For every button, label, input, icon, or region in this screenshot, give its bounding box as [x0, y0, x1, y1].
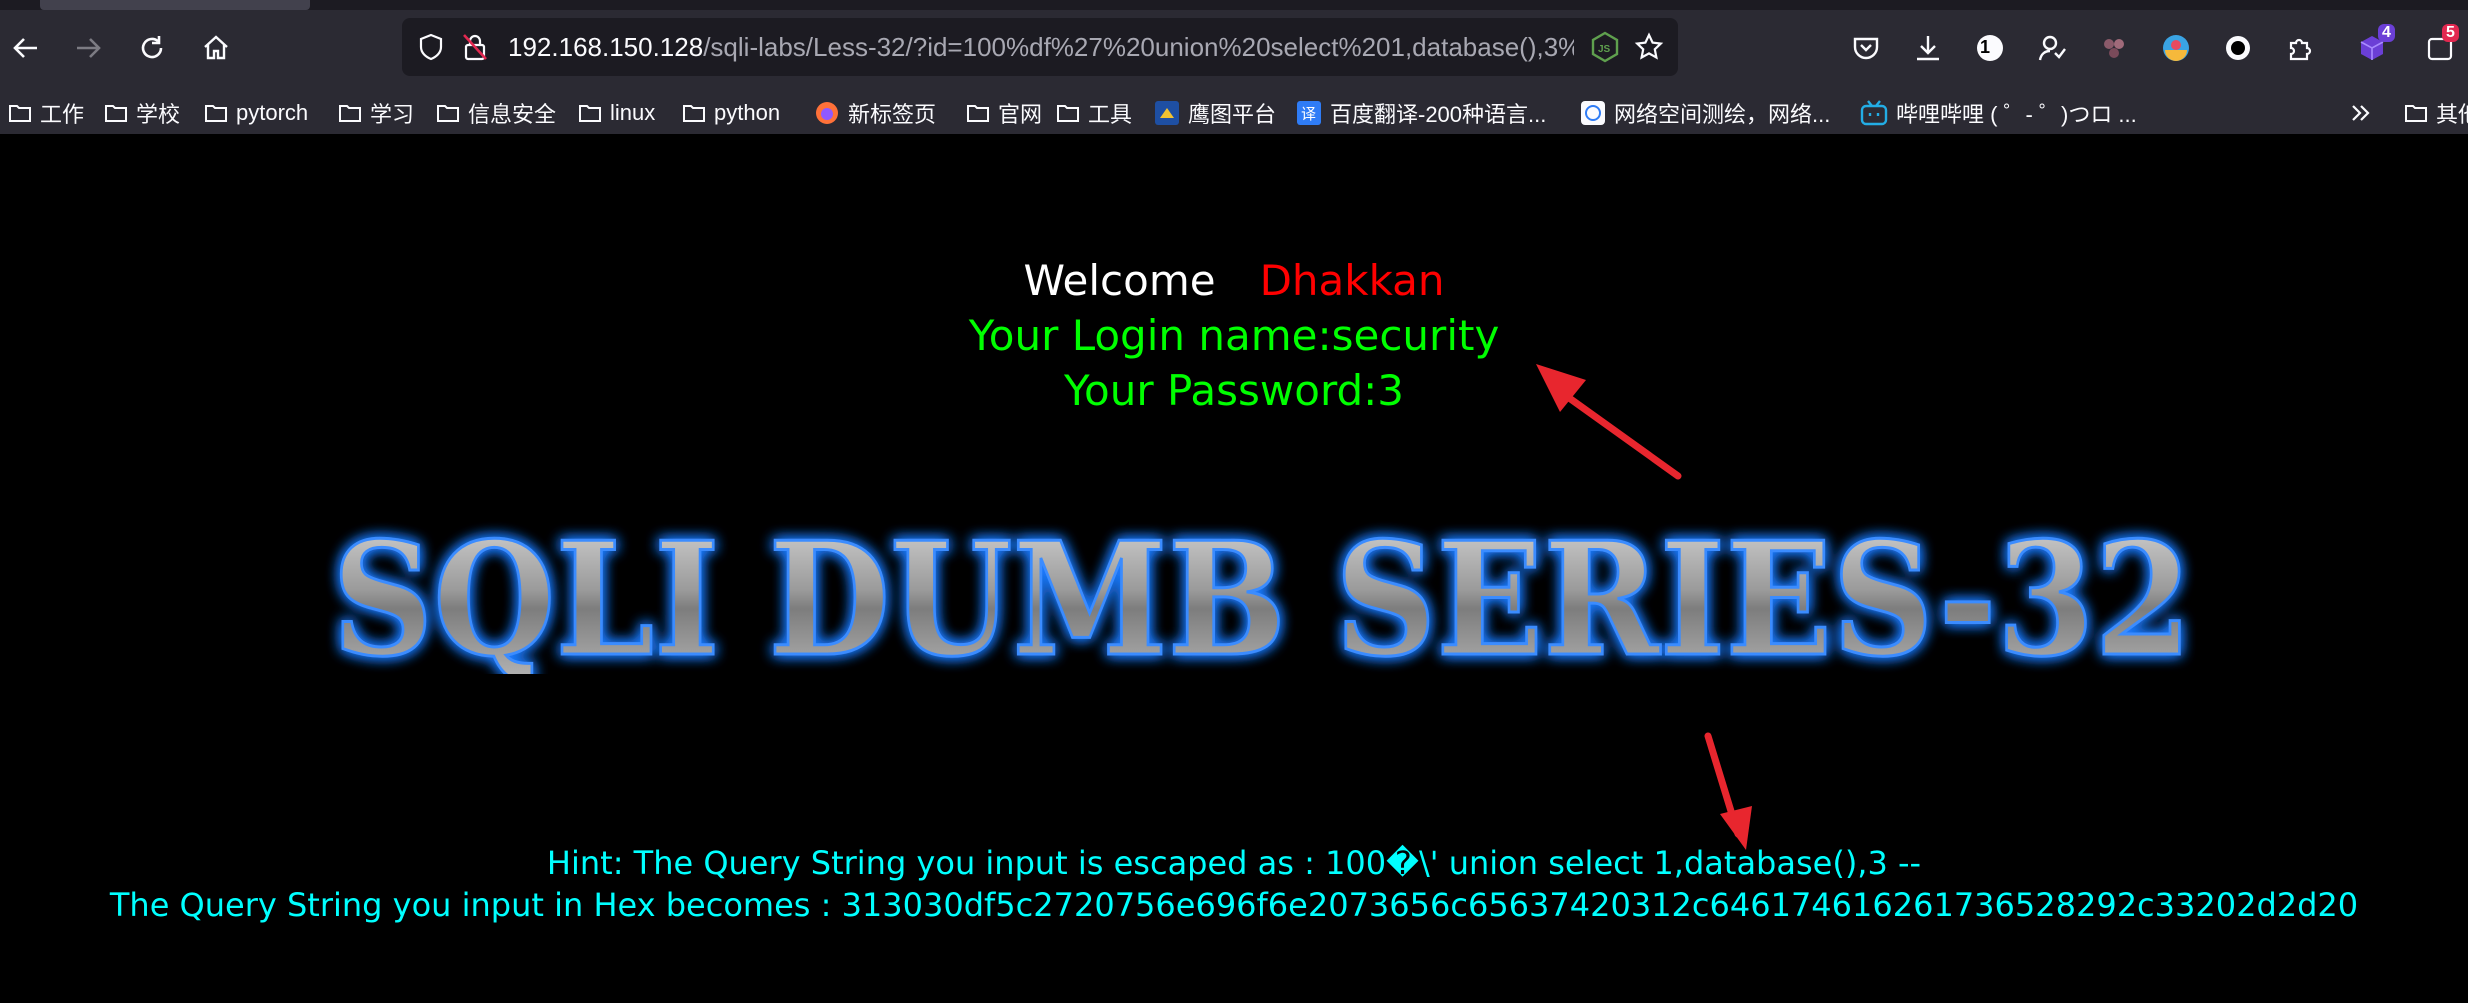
bookmark-new-tab[interactable]: 新标签页	[814, 92, 936, 134]
svg-text:JS: JS	[1598, 44, 1611, 55]
folder-icon	[205, 105, 227, 122]
annotation-arrow-login	[1536, 364, 1682, 480]
bookmark-label: 其他	[2436, 102, 2468, 127]
reload-button[interactable]	[132, 28, 172, 68]
bilibili-icon	[1860, 100, 1888, 126]
back-button[interactable]	[6, 28, 46, 68]
url-text[interactable]: 192.168.150.128/sqli-labs/Less-32/?id=10…	[508, 18, 1574, 76]
home-icon	[204, 35, 228, 60]
bookmark-label: 百度翻译-200种语言...	[1330, 102, 1547, 127]
bookmark-baidu-translate[interactable]: 译 百度翻译-200种语言...	[1296, 92, 1546, 134]
bookmark-star-icon[interactable]	[1632, 30, 1666, 64]
bookmarks-overflow-button[interactable]	[2348, 92, 2372, 134]
bookmark-folder-pytorch[interactable]: pytorch	[204, 92, 308, 134]
notification-extension-icon[interactable]: 5	[2420, 24, 2460, 68]
cube-extension-icon[interactable]: 4	[2352, 24, 2395, 68]
bookmark-label: 学校	[136, 102, 181, 127]
svg-text:译: 译	[1301, 105, 1316, 123]
bookmark-label: 信息安全	[468, 102, 557, 127]
tracking-protection-icon[interactable]	[414, 30, 448, 64]
bookmark-label: python	[714, 100, 781, 125]
active-tab[interactable]	[40, 0, 310, 10]
bookmark-label: 哔哩哔哩 ( ゜- ゜)つロ ...	[1896, 102, 2137, 127]
bookmark-folder-school[interactable]: 学校	[104, 92, 180, 134]
hunter-site-icon	[1155, 101, 1179, 125]
bookmark-label: 工作	[40, 102, 85, 127]
account-icon[interactable]	[2032, 28, 2072, 68]
browser-toolbar: 192.168.150.128/sqli-labs/Less-32/?id=10…	[0, 0, 2468, 92]
folder-icon	[967, 105, 989, 122]
forward-arrow-icon	[77, 38, 101, 58]
extensions-puzzle-icon[interactable]	[2280, 28, 2320, 68]
chevron-double-right-icon	[2352, 105, 2370, 121]
url-host: 192.168.150.128	[508, 32, 704, 62]
pocket-icon[interactable]	[1846, 28, 1886, 68]
dots-extension-icon[interactable]	[2094, 28, 2134, 68]
bookmark-label: 鹰图平台	[1188, 102, 1277, 127]
bookmark-label: pytorch	[236, 100, 309, 125]
cube-extension-badge: 4	[2378, 24, 2395, 42]
bookmark-label: 工具	[1088, 102, 1133, 127]
bookmark-folder-other[interactable]: 其他	[2404, 92, 2468, 134]
bookmark-hunter[interactable]: 鹰图平台	[1154, 92, 1276, 134]
annotation-layer	[1536, 364, 1752, 850]
forward-button[interactable]	[68, 28, 108, 68]
bookmark-folder-work[interactable]: 工作	[8, 92, 84, 134]
firefox-icon	[816, 102, 838, 124]
translate-extension-icon[interactable]	[2156, 28, 2196, 68]
bookmark-folder-tools[interactable]: 工具	[1056, 92, 1132, 134]
folder-icon	[1057, 105, 1079, 122]
url-bar[interactable]: 192.168.150.128/sqli-labs/Less-32/?id=10…	[402, 18, 1678, 76]
bookmark-cyberspace-mapping[interactable]: 网络空间测绘，网络...	[1580, 92, 1830, 134]
globe-site-icon	[1581, 101, 1605, 125]
folder-icon	[105, 105, 127, 122]
nodejs-extension-icon[interactable]: JS	[1588, 30, 1622, 64]
bookmark-label: 学习	[370, 102, 415, 127]
back-arrow-icon	[13, 38, 37, 58]
annotation-arrow-hint	[1704, 732, 1752, 850]
bookmarks-toolbar: 工作 学校 pytorch 学习 信息安全 linux python 新标签页 …	[0, 92, 2468, 135]
circle-extension-icon[interactable]	[2218, 28, 2258, 68]
bookmark-folder-python[interactable]: python	[682, 92, 780, 134]
folder-icon	[9, 105, 31, 122]
bookmark-folder-study[interactable]: 学习	[338, 92, 414, 134]
bookmark-label: 新标签页	[848, 102, 937, 127]
bookmark-label: linux	[610, 100, 656, 125]
reload-icon	[141, 36, 163, 59]
home-button[interactable]	[196, 28, 236, 68]
bookmark-folder-linux[interactable]: linux	[578, 92, 655, 134]
url-path: /sqli-labs/Less-32/?id=100%df%27%20union…	[703, 32, 1574, 62]
bookmark-label: 网络空间测绘，网络...	[1614, 102, 1831, 127]
translate-icon: 译	[1297, 101, 1321, 125]
bookmark-label: 官网	[998, 102, 1043, 127]
bookmark-bilibili[interactable]: 哔哩哔哩 ( ゜- ゜)つロ ...	[1860, 92, 2137, 134]
extension-counter-icon[interactable]: 1	[1970, 28, 2010, 68]
insecure-lock-icon[interactable]	[458, 30, 492, 64]
bookmark-folder-infosec[interactable]: 信息安全	[436, 92, 556, 134]
notification-extension-badge: 5	[2442, 24, 2459, 42]
extension-counter-badge: 1	[1980, 37, 1991, 57]
downloads-icon[interactable]	[1908, 28, 1948, 68]
folder-icon	[683, 105, 705, 122]
page-content: Welcome Dhakkan Your Login name:security …	[0, 134, 2468, 1003]
tab-strip	[0, 0, 2468, 10]
bookmark-folder-official[interactable]: 官网	[966, 92, 1042, 134]
folder-icon	[2405, 105, 2427, 122]
folder-icon	[339, 105, 361, 122]
folder-icon	[437, 105, 459, 122]
folder-icon	[579, 105, 601, 122]
